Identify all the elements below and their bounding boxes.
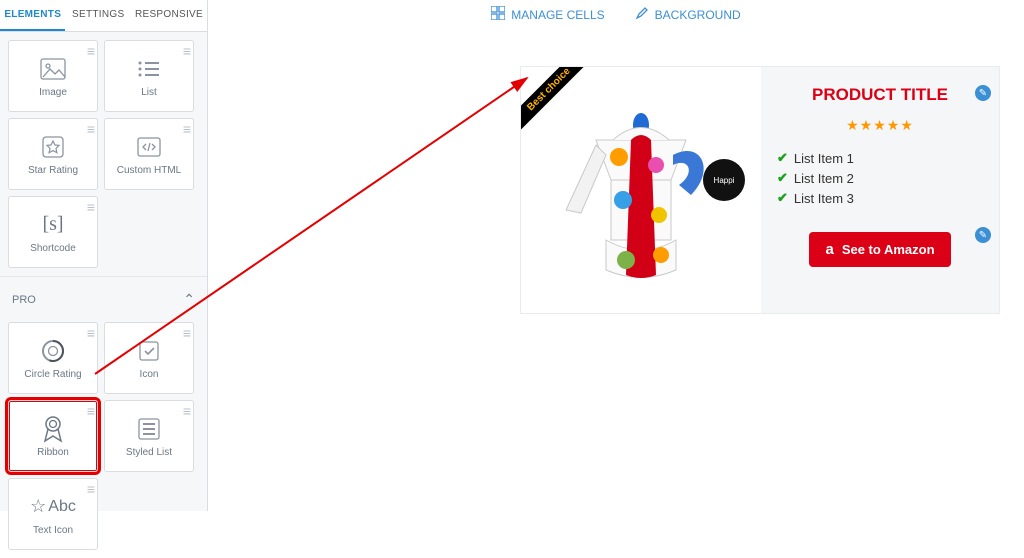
styled-list-icon	[132, 415, 166, 443]
cta-button[interactable]: a See to Amazon	[809, 232, 950, 267]
element-list[interactable]: ≡ List	[104, 40, 194, 112]
tab-settings[interactable]: SETTINGS	[65, 0, 130, 31]
element-custom-html[interactable]: ≡ Custom HTML	[104, 118, 194, 190]
toolbar-label: MANAGE CELLS	[511, 8, 604, 22]
product-image	[551, 85, 731, 295]
list-item-text: List Item 1	[794, 151, 854, 166]
shortcode-icon: [s]	[36, 211, 70, 239]
edit-badge-title[interactable]: ✎	[975, 85, 991, 101]
sidebar-tabs: ELEMENTS SETTINGS RESPONSIVE	[0, 0, 207, 32]
list-item: ✔ List Item 1	[777, 150, 983, 166]
text-icon-icon: ☆Abc	[36, 493, 70, 521]
element-ribbon[interactable]: ≡ Ribbon	[8, 400, 98, 472]
amazon-icon: a	[825, 241, 833, 258]
code-icon	[132, 133, 166, 161]
edit-badge-list[interactable]: ✎	[975, 227, 991, 243]
drag-handle-icon: ≡	[183, 403, 189, 419]
element-label: Styled List	[126, 447, 172, 458]
element-text-icon[interactable]: ≡ ☆Abc Text Icon	[8, 478, 98, 550]
list-item: ✔ List Item 3	[777, 190, 983, 206]
element-circle-rating[interactable]: ≡ Circle Rating	[8, 322, 98, 394]
canvas-toolbar: MANAGE CELLS BACKGROUND	[208, 0, 1024, 33]
grid-icon	[491, 6, 505, 23]
cta-label: See to Amazon	[842, 242, 935, 257]
drag-handle-icon: ≡	[87, 325, 93, 341]
check-icon: ✔	[777, 150, 788, 166]
checkbox-icon	[132, 337, 166, 365]
product-info-panel: PRODUCT TITLE ★★★★★ ✔ List Item 1 ✔ List…	[761, 67, 999, 313]
product-badge: Happi	[703, 159, 745, 201]
star-rating[interactable]: ★★★★★	[846, 117, 914, 134]
product-title[interactable]: PRODUCT TITLE	[812, 85, 948, 105]
element-label: Shortcode	[30, 243, 76, 254]
circle-rating-icon	[36, 337, 70, 365]
element-label: Text Icon	[33, 525, 73, 536]
drag-handle-icon: ≡	[87, 43, 93, 59]
product-card[interactable]: Best choice Happi PRODUCT TITLE ★★★★★	[520, 66, 1000, 314]
element-label: Ribbon	[37, 447, 69, 458]
ribbon-icon	[36, 415, 70, 443]
check-icon: ✔	[777, 170, 788, 186]
list-item-text: List Item 2	[794, 171, 854, 186]
sidebar: ELEMENTS SETTINGS RESPONSIVE ≡ Image ≡ L…	[0, 0, 208, 511]
drag-handle-icon: ≡	[87, 481, 93, 497]
element-shortcode[interactable]: ≡ [s] Shortcode	[8, 196, 98, 268]
feature-list[interactable]: ✔ List Item 1 ✔ List Item 2 ✔ List Item …	[777, 150, 983, 210]
drag-handle-icon: ≡	[183, 325, 189, 341]
manage-cells-button[interactable]: MANAGE CELLS	[491, 6, 604, 23]
drag-handle-icon: ≡	[183, 121, 189, 137]
list-item: ✔ List Item 2	[777, 170, 983, 186]
drag-handle-icon: ≡	[87, 121, 93, 137]
tab-responsive[interactable]: RESPONSIVE	[131, 0, 207, 31]
basic-elements-grid: ≡ Image ≡ List ≡ Star Rating ≡ Cu	[0, 32, 207, 276]
drag-handle-icon: ≡	[183, 43, 189, 59]
section-header-pro[interactable]: PRO ⌃	[0, 276, 207, 314]
pro-elements-grid: ≡ Circle Rating ≡ Icon ≡ Ribbon ≡	[0, 314, 207, 558]
element-image[interactable]: ≡ Image	[8, 40, 98, 112]
brush-icon	[635, 6, 649, 23]
element-label: Icon	[140, 369, 159, 380]
element-label: Star Rating	[28, 165, 78, 176]
element-label: Custom HTML	[117, 165, 181, 176]
element-star-rating[interactable]: ≡ Star Rating	[8, 118, 98, 190]
drag-handle-icon: ≡	[87, 199, 93, 215]
element-styled-list[interactable]: ≡ Styled List	[104, 400, 194, 472]
drag-handle-icon: ≡	[87, 403, 93, 419]
element-icon[interactable]: ≡ Icon	[104, 322, 194, 394]
background-button[interactable]: BACKGROUND	[635, 6, 741, 23]
list-item-text: List Item 3	[794, 191, 854, 206]
element-label: Circle Rating	[24, 369, 81, 380]
element-label: List	[141, 87, 157, 98]
tab-elements[interactable]: ELEMENTS	[0, 0, 65, 31]
product-image-area[interactable]: Best choice Happi	[521, 67, 761, 313]
editor-canvas: MANAGE CELLS BACKGROUND Best choice	[208, 0, 1024, 511]
list-icon	[132, 55, 166, 83]
toolbar-label: BACKGROUND	[655, 8, 741, 22]
check-icon: ✔	[777, 190, 788, 206]
element-label: Image	[39, 87, 67, 98]
star-icon	[36, 133, 70, 161]
image-icon	[36, 55, 70, 83]
section-label: PRO	[12, 294, 36, 306]
chevron-up-icon: ⌃	[183, 291, 195, 308]
